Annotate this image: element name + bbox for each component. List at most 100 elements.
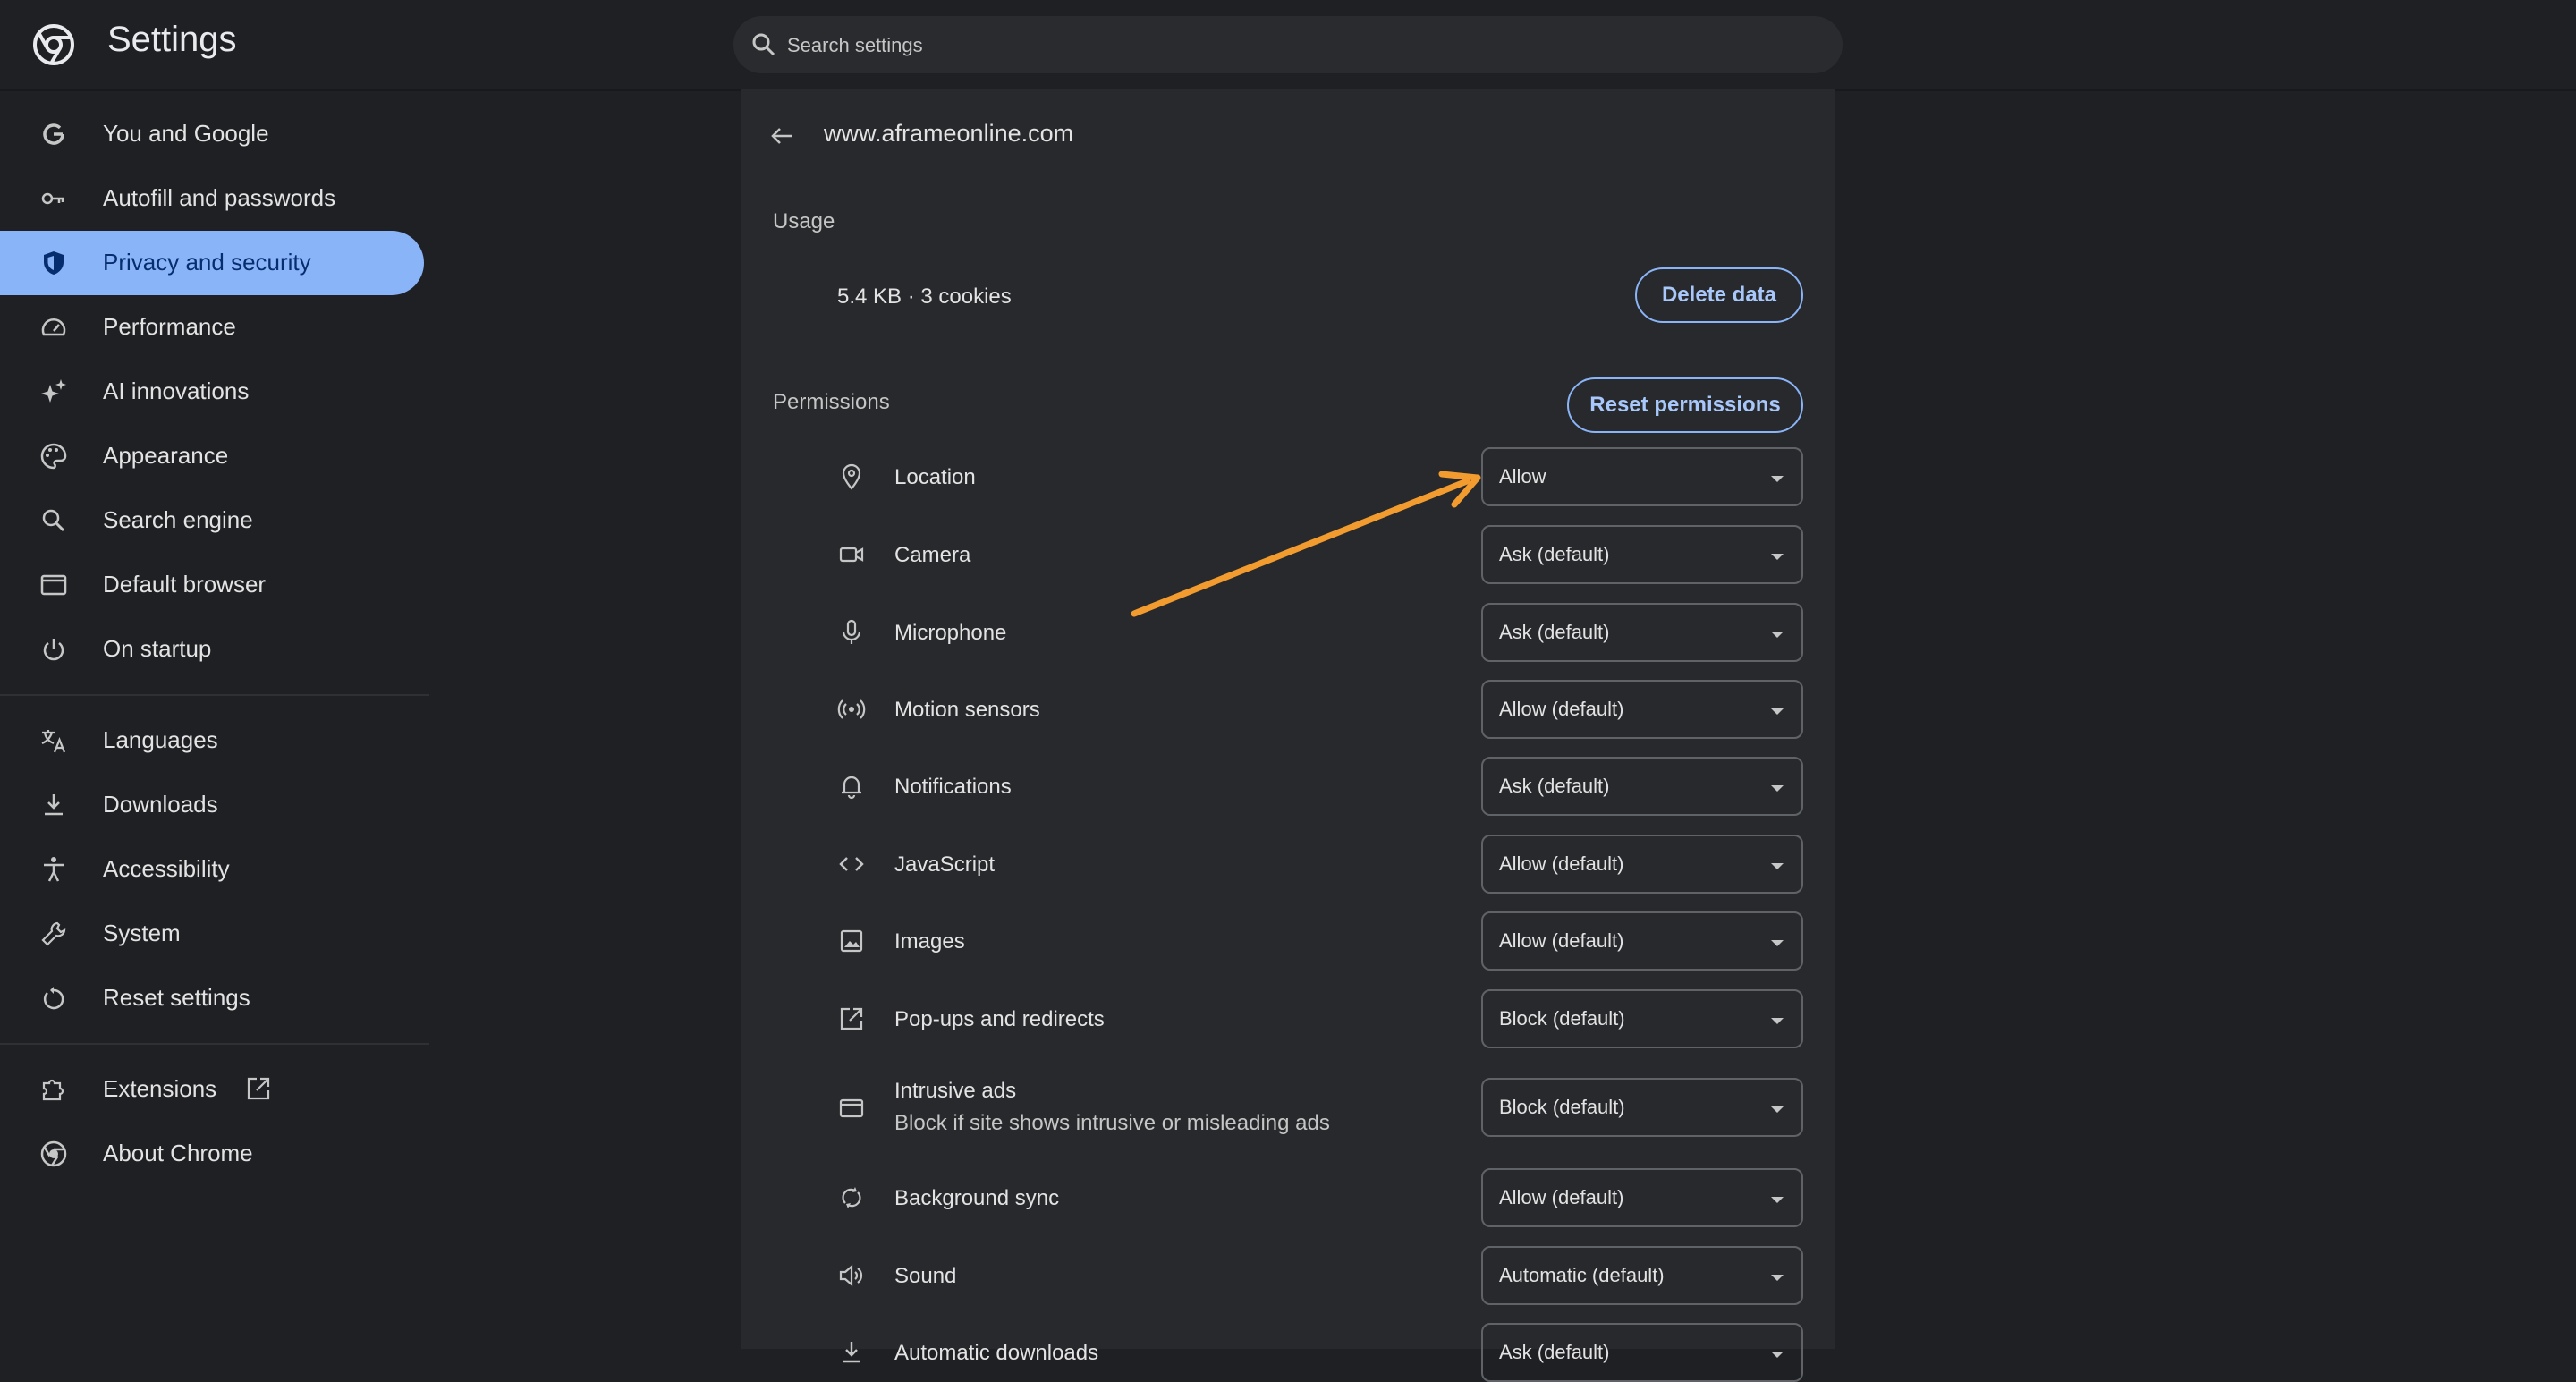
select-value: Ask (default): [1499, 1341, 1610, 1363]
sidebar-item-default-browser[interactable]: Default browser: [0, 553, 424, 617]
select-value: Automatic (default): [1499, 1264, 1665, 1286]
key-icon: [41, 192, 64, 205]
reset-icon: [43, 987, 64, 1010]
reset-permissions-button[interactable]: Reset permissions: [1567, 377, 1803, 433]
sidebar-item-about-chrome[interactable]: About Chrome: [0, 1122, 424, 1186]
code-icon: [839, 857, 864, 871]
chrome-logo-icon: [33, 24, 74, 65]
accessibility-icon: [44, 857, 64, 882]
dropdown-caret-icon: [1771, 785, 1784, 792]
permission-name: JavaScript: [894, 852, 996, 877]
delete-data-button[interactable]: Delete data: [1635, 267, 1803, 323]
permission-name: Images: [894, 929, 965, 954]
sidebar-item-downloads[interactable]: Downloads: [0, 773, 424, 837]
dropdown-caret-icon: [1771, 476, 1784, 482]
search-bar[interactable]: [733, 16, 1843, 73]
sidebar-item-label: Accessibility: [103, 855, 230, 882]
sidebar-item-ai-innovations[interactable]: AI innovations: [0, 360, 424, 424]
javascript-select[interactable]: Allow (default): [1481, 835, 1803, 894]
app-title: Settings: [107, 20, 237, 59]
download-icon: [45, 794, 63, 816]
sidebar-item-label: System: [103, 920, 181, 946]
usage-text: 5.4 KB · 3 cookies: [837, 284, 1012, 309]
sidebar-item-label: About Chrome: [103, 1140, 253, 1166]
sidebar-item-label: Search engine: [103, 506, 253, 533]
sidebar-item-accessibility[interactable]: Accessibility: [0, 837, 424, 902]
sidebar-item-search-engine[interactable]: Search engine: [0, 488, 424, 553]
sidebar-item-appearance[interactable]: Appearance: [0, 424, 424, 488]
sidebar-item-label: AI innovations: [103, 377, 250, 404]
sidebar-item-label: You and Google: [103, 120, 269, 147]
permission-name: Automatic downloads: [894, 1341, 1099, 1365]
sidebar-item-label: Default browser: [103, 571, 267, 598]
dropdown-caret-icon: [1771, 1275, 1784, 1281]
translate-icon: [41, 730, 66, 753]
search-icon: [42, 509, 65, 532]
permission-name: Background sync: [894, 1186, 1060, 1210]
sidebar-item-label: Privacy and security: [103, 249, 311, 276]
sidebar-item-privacy[interactable]: Privacy and security: [0, 231, 424, 295]
download-icon: [843, 1342, 860, 1363]
automatic-downloads-select[interactable]: Ask (default): [1481, 1323, 1803, 1382]
sidebar-item-label: Performance: [103, 313, 236, 340]
usage-heading: Usage: [773, 209, 835, 233]
dropdown-caret-icon: [1771, 1106, 1784, 1113]
top-bar: Settings: [0, 0, 2576, 91]
motion-sensor-icon: [837, 699, 866, 719]
back-arrow-icon[interactable]: [767, 122, 796, 150]
dropdown-caret-icon: [1771, 1197, 1784, 1203]
select-value: Ask (default): [1499, 543, 1610, 565]
sidebar-item-label: Downloads: [103, 791, 218, 818]
sidebar-item-you-and-google[interactable]: You and Google: [0, 102, 424, 166]
notifications-select[interactable]: Ask (default): [1481, 757, 1803, 816]
puzzle-icon: [42, 1079, 64, 1101]
camera-select[interactable]: Ask (default): [1481, 525, 1803, 584]
sidebar-item-extensions[interactable]: Extensions: [0, 1057, 424, 1122]
background-sync-select[interactable]: Allow (default): [1481, 1168, 1803, 1227]
popups-select[interactable]: Block (default): [1481, 989, 1803, 1048]
permission-name: Notifications: [894, 775, 1012, 799]
search-input[interactable]: [785, 27, 1773, 64]
sidebar-item-label: Languages: [103, 726, 218, 753]
ad-window-icon: [839, 1098, 864, 1118]
power-icon: [43, 639, 64, 661]
dropdown-caret-icon: [1771, 863, 1784, 869]
select-value: Block (default): [1499, 1007, 1625, 1030]
sidebar-item-autofill[interactable]: Autofill and passwords: [0, 166, 424, 231]
motion-sensors-select[interactable]: Allow (default): [1481, 680, 1803, 739]
sidebar-item-label: Reset settings: [103, 984, 250, 1011]
site-title: www.aframeonline.com: [824, 120, 1074, 147]
dropdown-caret-icon: [1771, 1352, 1784, 1358]
select-value: Allow (default): [1499, 1186, 1624, 1208]
camera-icon: [839, 547, 864, 563]
microphone-select[interactable]: Ask (default): [1481, 603, 1803, 662]
permission-name: Camera: [894, 543, 971, 567]
microphone-icon: [842, 619, 861, 644]
permission-name: Location: [894, 465, 976, 489]
dropdown-caret-icon: [1771, 940, 1784, 946]
intrusive-ads-select[interactable]: Block (default): [1481, 1078, 1803, 1137]
google-icon: [43, 123, 64, 145]
images-select[interactable]: Allow (default): [1481, 911, 1803, 971]
sidebar-item-on-startup[interactable]: On startup: [0, 617, 424, 682]
location-select[interactable]: Allow: [1481, 447, 1803, 506]
dropdown-caret-icon: [1771, 632, 1784, 638]
sync-icon: [842, 1187, 861, 1208]
sidebar-item-performance[interactable]: Performance: [0, 295, 424, 360]
sidebar-item-label: Appearance: [103, 442, 229, 469]
select-value: Ask (default): [1499, 621, 1610, 643]
bell-icon: [842, 776, 861, 800]
open-external-icon: [247, 1077, 270, 1100]
permission-name: Intrusive ads: [894, 1079, 1017, 1103]
sidebar-item-languages[interactable]: Languages: [0, 708, 424, 773]
dropdown-caret-icon: [1771, 554, 1784, 560]
sound-select[interactable]: Automatic (default): [1481, 1246, 1803, 1305]
dropdown-caret-icon: [1771, 1018, 1784, 1024]
sidebar-item-reset-settings[interactable]: Reset settings: [0, 966, 424, 1030]
wrench-icon: [41, 921, 66, 946]
permissions-heading: Permissions: [773, 390, 890, 414]
speedometer-icon: [41, 318, 66, 336]
sidebar-item-system[interactable]: System: [0, 902, 424, 966]
site-settings-panel: www.aframeonline.com Usage 5.4 KB · 3 co…: [741, 89, 1835, 1382]
sidebar-item-label: On startup: [103, 635, 212, 662]
